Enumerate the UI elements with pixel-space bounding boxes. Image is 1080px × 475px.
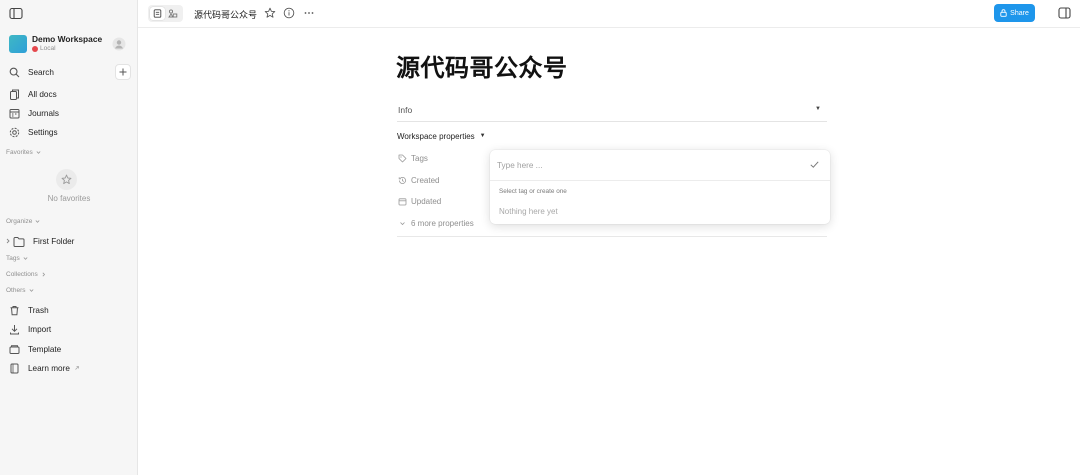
tag-empty-text: Nothing here yet	[499, 207, 558, 216]
edgeless-mode-icon	[167, 9, 177, 18]
sidebar-toggle-icon[interactable]	[9, 7, 23, 20]
tags-label: Tags	[6, 255, 20, 262]
no-favorites-text: No favorites	[47, 194, 91, 203]
sidebar-item-settings[interactable]: Settings	[9, 123, 131, 141]
property-updated[interactable]: Updated	[398, 195, 441, 207]
sidebar-item-label: Learn more	[28, 363, 70, 373]
sidebar-item-label: Template	[28, 344, 62, 354]
top-bar: 源代码哥公众号 Share	[138, 0, 1080, 28]
page-mode-button[interactable]	[150, 7, 165, 20]
local-status-dot-icon	[32, 45, 38, 52]
favorite-star-icon[interactable]	[264, 7, 276, 19]
divider	[490, 180, 830, 181]
page-title[interactable]: 源代码哥公众号	[396, 48, 568, 83]
info-section-toggle[interactable]: Info ▼	[397, 100, 827, 122]
sidebar-item-trash[interactable]: Trash	[9, 301, 131, 319]
settings-icon	[9, 127, 20, 138]
page-mode-icon	[153, 9, 162, 18]
chevron-down-icon	[23, 257, 28, 260]
chevron-down-icon	[400, 221, 405, 225]
trash-icon	[9, 305, 20, 316]
sidebar-item-first-folder[interactable]: First Folder	[5, 232, 74, 250]
sidebar-item-journals[interactable]: Journals	[9, 104, 131, 122]
all-docs-icon	[9, 89, 20, 100]
tag-hint-text: Select tag or create one	[499, 188, 567, 195]
others-label: Others	[6, 287, 26, 294]
favorites-section-header[interactable]: Favorites	[6, 149, 41, 156]
property-created[interactable]: Created	[398, 174, 439, 186]
chevron-down-icon	[35, 220, 40, 223]
chevron-down-icon	[36, 151, 41, 154]
right-panel-toggle-icon[interactable]	[1058, 7, 1071, 19]
collections-label: Collections	[6, 271, 38, 278]
journals-icon	[9, 108, 20, 119]
sidebar: Demo Workspace Local Search All docs Jou…	[0, 0, 138, 475]
history-icon	[398, 176, 406, 184]
workspace-name: Demo Workspace	[32, 34, 103, 44]
learn-more-icon	[9, 363, 20, 374]
template-icon	[9, 344, 20, 355]
calendar-icon	[398, 197, 407, 205]
more-options-icon[interactable]	[303, 7, 315, 19]
view-mode-switch	[148, 5, 183, 22]
others-section-header[interactable]: Others	[6, 287, 34, 294]
sidebar-item-label: Settings	[28, 127, 58, 137]
search-label: Search	[28, 67, 54, 77]
sidebar-item-template[interactable]: Template	[9, 340, 131, 358]
doc-title-breadcrumb[interactable]: 源代码哥公众号	[194, 8, 257, 21]
folder-icon	[13, 236, 25, 247]
workspace-properties-label: Workspace properties	[397, 131, 475, 141]
property-label: Tags	[411, 153, 428, 163]
lock-icon	[1000, 9, 1007, 17]
import-icon	[9, 324, 20, 335]
more-properties-toggle[interactable]: 6 more properties	[398, 217, 474, 229]
sidebar-item-label: Trash	[28, 305, 49, 315]
chevron-right-icon[interactable]	[5, 238, 11, 244]
sidebar-item-all-docs[interactable]: All docs	[9, 85, 131, 103]
share-button[interactable]: Share	[994, 4, 1035, 22]
workspace-switcher[interactable]: Demo Workspace Local	[9, 33, 129, 55]
sidebar-item-learn-more[interactable]: Learn more	[9, 359, 131, 377]
search-button[interactable]: Search	[9, 63, 131, 81]
workspace-logo	[9, 35, 27, 53]
workspace-status-label: Local	[40, 45, 56, 52]
info-label: Info	[398, 105, 413, 115]
tag-search-input[interactable]	[497, 158, 787, 172]
property-tags[interactable]: Tags	[398, 152, 428, 164]
sidebar-item-label: Journals	[28, 108, 59, 118]
property-label: Updated	[411, 196, 442, 206]
workspace-properties-toggle[interactable]: Workspace properties ▼	[397, 130, 486, 142]
user-avatar-icon[interactable]	[112, 37, 126, 51]
organize-label: Organize	[6, 218, 33, 225]
external-link-icon	[75, 366, 79, 370]
workspace-status: Local	[32, 45, 56, 52]
star-icon	[56, 169, 77, 190]
edgeless-mode-button[interactable]	[165, 7, 180, 20]
new-doc-button[interactable]	[115, 64, 131, 80]
info-icon[interactable]	[283, 7, 295, 19]
plus-icon	[119, 68, 127, 76]
favorites-label: Favorites	[6, 149, 33, 156]
properties-divider	[397, 236, 827, 237]
folder-label: First Folder	[33, 236, 75, 246]
sidebar-item-label: All docs	[28, 89, 57, 99]
search-icon	[9, 67, 20, 78]
caret-down-icon: ▼	[479, 133, 486, 139]
property-label: Created	[411, 175, 440, 185]
collections-section-header[interactable]: Collections	[6, 271, 46, 278]
chevron-down-icon	[29, 289, 34, 292]
share-label: Share	[1010, 9, 1029, 17]
tag-icon	[398, 154, 407, 162]
chevron-right-icon	[42, 272, 45, 277]
tag-select-popup: Select tag or create one Nothing here ye…	[490, 150, 830, 224]
organize-section-header[interactable]: Organize	[6, 218, 40, 225]
sidebar-item-import[interactable]: Import	[9, 320, 131, 338]
confirm-check-icon[interactable]	[809, 159, 820, 170]
caret-down-icon: ▼	[815, 106, 821, 112]
sidebar-item-label: Import	[28, 324, 52, 334]
tags-section-header[interactable]: Tags	[6, 255, 28, 262]
more-properties-label: 6 more properties	[411, 218, 474, 228]
